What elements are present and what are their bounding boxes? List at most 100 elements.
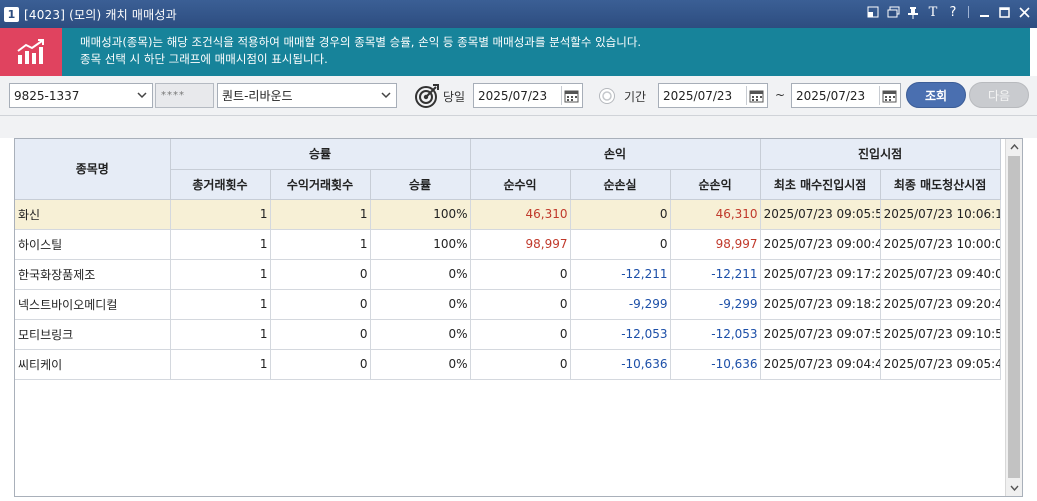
toolbar: 9825-1337 **** 퀀트-리바운드 당일 2025/07/23 기간 … [0,76,1037,116]
calendar-icon[interactable] [561,86,580,105]
cell-last-sell: 2025/07/23 10:00:01 [880,229,1001,260]
cell-last-sell: 2025/07/23 09:40:03 [880,259,1001,290]
performance-chart-icon [0,28,62,76]
duplicate-window-icon[interactable] [886,5,900,19]
col-header-net-pnl[interactable]: 순손익 [670,169,761,200]
today-date-value: 2025/07/23 [478,88,548,103]
cell-win-rate: 100% [370,199,471,230]
next-button[interactable]: 다음 [969,82,1029,108]
cell-last-sell: 2025/07/23 09:05:40 [880,349,1001,380]
banner-text: 매매성과(종목)는 해당 조건식을 적용하여 매매할 경우의 종목별 승률, 손… [62,28,641,76]
strategy-select[interactable]: 퀀트-리바운드 [217,83,397,108]
cell-net-loss: -10,636 [570,349,671,380]
cell-net-pnl: -9,299 [670,289,761,320]
cell-win-rate: 0% [370,289,471,320]
cell-net-pnl: 46,310 [670,199,761,230]
group-header-pnl: 손익 [470,139,761,170]
col-header-net-profit[interactable]: 순수익 [470,169,571,200]
window-title: [4023] (모의) 캐치 매매성과 [24,7,177,22]
calendar-icon[interactable] [879,86,898,105]
maximize-icon[interactable] [997,5,1011,19]
query-button[interactable]: 조회 [906,82,966,108]
cell-first-buy: 2025/07/23 09:17:22 [760,259,881,290]
cell-total: 1 [170,319,271,350]
cell-first-buy: 2025/07/23 09:18:26 [760,289,881,320]
cell-net-profit: 0 [470,289,571,320]
period-end-value: 2025/07/23 [796,88,866,103]
cell-net-pnl: -10,636 [670,349,761,380]
cell-first-buy: 2025/07/23 09:04:49 [760,349,881,380]
period-end-input[interactable]: 2025/07/23 [791,83,901,108]
col-header-first-buy[interactable]: 최초 매수진입시점 [760,169,881,200]
period-start-value: 2025/07/23 [663,88,733,103]
today-label: 당일 [443,90,466,104]
cell-net-profit: 98,997 [470,229,571,260]
period-start-input[interactable]: 2025/07/23 [658,83,768,108]
cell-name: 하이스틸 [15,229,171,260]
period-radio-icon[interactable] [598,87,616,105]
table-row[interactable]: 한국화장품제조 1 0 0% 0 -12,211 -12,211 2025/07… [15,259,1001,290]
cell-profit-trades: 0 [270,289,371,320]
group-header-win: 승률 [170,139,471,170]
table-row[interactable]: 화신 1 1 100% 46,310 0 46,310 2025/07/23 0… [15,199,1001,230]
cell-first-buy: 2025/07/23 09:00:48 [760,229,881,260]
scroll-down-icon[interactable] [1006,480,1022,496]
font-size-icon[interactable]: T [926,5,940,19]
cell-profit-trades: 1 [270,229,371,260]
cell-total: 1 [170,349,271,380]
window-number-badge[interactable]: 1 [4,6,19,22]
table-row[interactable]: 하이스틸 1 1 100% 98,997 0 98,997 2025/07/23… [15,229,1001,260]
col-header-win-rate[interactable]: 승률 [370,169,471,200]
cell-net-pnl: -12,211 [670,259,761,290]
pin-icon[interactable] [906,5,920,19]
restore-window-icon[interactable] [866,5,880,19]
strategy-value: 퀀트-리바운드 [222,89,293,103]
table-row[interactable]: 넥스트바이오메디컬 1 0 0% 0 -9,299 -9,299 2025/07… [15,289,1001,320]
cell-last-sell: 2025/07/23 09:20:47 [880,289,1001,320]
range-separator: ~ [775,88,786,102]
cell-first-buy: 2025/07/23 09:05:52 [760,199,881,230]
cell-win-rate: 100% [370,229,471,260]
cell-last-sell: 2025/07/23 10:06:16 [880,199,1001,230]
cell-net-profit: 0 [470,349,571,380]
help-icon[interactable]: ? [946,5,960,19]
target-icon[interactable] [414,83,440,109]
performance-grid[interactable]: 종목명 승률 손익 진입시점 총거래횟수 수익거래횟수 승률 순수익 순손실 순… [14,138,1023,497]
cell-profit-trades: 1 [270,199,371,230]
cell-net-profit: 46,310 [470,199,571,230]
cell-profit-trades: 0 [270,259,371,290]
cell-net-profit: 0 [470,319,571,350]
chevron-down-icon [137,92,147,99]
cell-net-loss: -12,053 [570,319,671,350]
password-field[interactable]: **** [155,83,214,108]
col-header-name[interactable]: 종목명 [15,139,171,200]
period-label: 기간 [624,90,647,104]
scroll-up-icon[interactable] [1006,139,1022,155]
minimize-icon[interactable] [977,5,991,19]
close-icon[interactable] [1017,5,1031,19]
cell-net-loss: -12,211 [570,259,671,290]
title-bar: 1 [4023] (모의) 캐치 매매성과 T ? [0,0,1037,28]
col-header-last-sell[interactable]: 최종 매도청산시점 [880,169,1001,200]
today-date-input[interactable]: 2025/07/23 [473,83,583,108]
cell-last-sell: 2025/07/23 09:10:54 [880,319,1001,350]
calendar-icon[interactable] [746,86,765,105]
table-row[interactable]: 씨티케이 1 0 0% 0 -10,636 -10,636 2025/07/23… [15,349,1001,380]
col-header-total-trades[interactable]: 총거래횟수 [170,169,271,200]
cell-net-pnl: -12,053 [670,319,761,350]
cell-total: 1 [170,229,271,260]
col-header-net-loss[interactable]: 순손실 [570,169,671,200]
cell-first-buy: 2025/07/23 09:07:59 [760,319,881,350]
cell-name: 한국화장품제조 [15,259,171,290]
banner-line-2: 종목 선택 시 하단 그래프에 매매시점이 표시됩니다. [80,52,328,66]
col-header-profit-trades[interactable]: 수익거래횟수 [270,169,371,200]
cell-profit-trades: 0 [270,349,371,380]
vertical-scrollbar[interactable] [1005,139,1022,496]
cell-net-pnl: 98,997 [670,229,761,260]
account-select[interactable]: 9825-1337 [9,83,153,108]
cell-win-rate: 0% [370,259,471,290]
window-controls: T ? [866,5,1031,19]
scrollbar-thumb[interactable] [1008,156,1020,478]
cell-profit-trades: 0 [270,319,371,350]
table-row[interactable]: 모티브링크 1 0 0% 0 -12,053 -12,053 2025/07/2… [15,319,1001,350]
